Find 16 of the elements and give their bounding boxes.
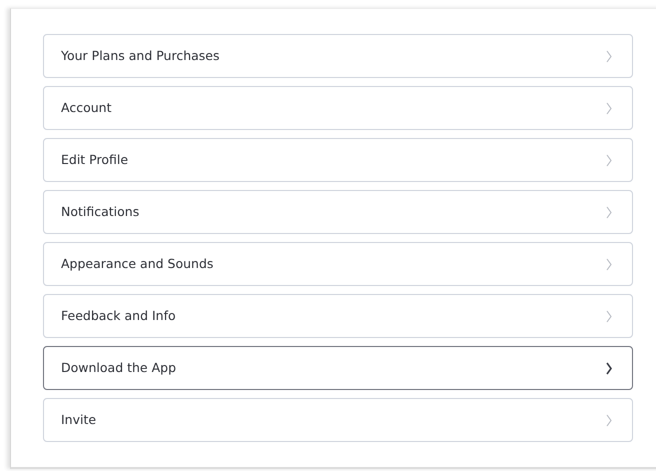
- menu-item[interactable]: Edit Profile: [43, 138, 633, 182]
- menu-item[interactable]: Appearance and Sounds: [43, 242, 633, 286]
- menu-item[interactable]: Feedback and Info: [43, 294, 633, 338]
- chevron-right-icon: [606, 310, 612, 322]
- menu-item[interactable]: Notifications: [43, 190, 633, 234]
- menu-item[interactable]: Download the App: [43, 346, 633, 390]
- chevron-right-icon: [606, 362, 612, 374]
- menu-item[interactable]: Your Plans and Purchases: [43, 34, 633, 78]
- menu-item[interactable]: Invite: [43, 398, 633, 442]
- chevron-right-icon: [606, 414, 612, 426]
- chevron-right-icon: [606, 154, 612, 166]
- chevron-right-icon: [606, 206, 612, 218]
- menu-item[interactable]: Account: [43, 86, 633, 130]
- chevron-right-icon: [606, 258, 612, 270]
- chevron-right-icon: [606, 102, 612, 114]
- chevron-right-icon: [606, 50, 612, 62]
